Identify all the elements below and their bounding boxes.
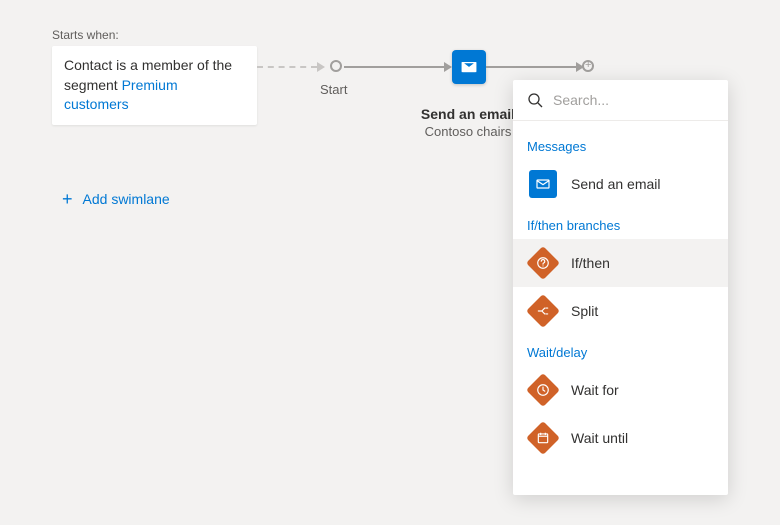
action-picker-panel: Messages Send an email If/then branches If/… (513, 80, 728, 495)
trigger-card[interactable]: Contact is a member of the segment Premi… (52, 46, 257, 125)
mail-icon (460, 58, 478, 76)
connector-1 (344, 66, 444, 68)
add-swimlane-label: Add swimlane (83, 191, 170, 207)
action-item-wait-for[interactable]: Wait for (513, 366, 728, 414)
action-label: Split (571, 303, 598, 319)
panel-scroll[interactable]: Messages Send an email If/then branches If/… (513, 121, 728, 495)
action-item-split[interactable]: Split (513, 287, 728, 335)
start-node[interactable] (330, 60, 342, 72)
email-node-subtitle: Contoso chairs (418, 124, 518, 139)
add-swimlane-button[interactable]: + Add swimlane (62, 190, 170, 208)
connector-2 (486, 66, 576, 68)
send-email-tile[interactable] (452, 50, 486, 84)
action-item-send-email[interactable]: Send an email (513, 160, 728, 208)
action-item-if-then[interactable]: If/then (513, 239, 728, 287)
group-header: Messages (513, 129, 728, 160)
plus-icon: + (62, 190, 73, 208)
search-input[interactable] (553, 92, 714, 108)
search-row (513, 80, 728, 121)
action-label: Wait for (571, 382, 619, 398)
group-header: If/then branches (513, 208, 728, 239)
start-label: Start (320, 82, 347, 97)
question-icon (527, 247, 559, 279)
email-node-title: Send an email (418, 106, 518, 122)
action-label: Wait until (571, 430, 628, 446)
starts-when-label: Starts when: (52, 28, 119, 42)
split-icon (527, 295, 559, 327)
calendar-icon (527, 422, 559, 454)
action-label: Send an email (571, 176, 661, 192)
clock-icon (527, 374, 559, 406)
group-header: Wait/delay (513, 335, 728, 366)
action-item-wait-until[interactable]: Wait until (513, 414, 728, 462)
mail-icon (527, 168, 559, 200)
action-label: If/then (571, 255, 610, 271)
add-action-node[interactable] (582, 60, 594, 72)
search-icon (527, 92, 543, 108)
connector-dashed (257, 66, 317, 68)
